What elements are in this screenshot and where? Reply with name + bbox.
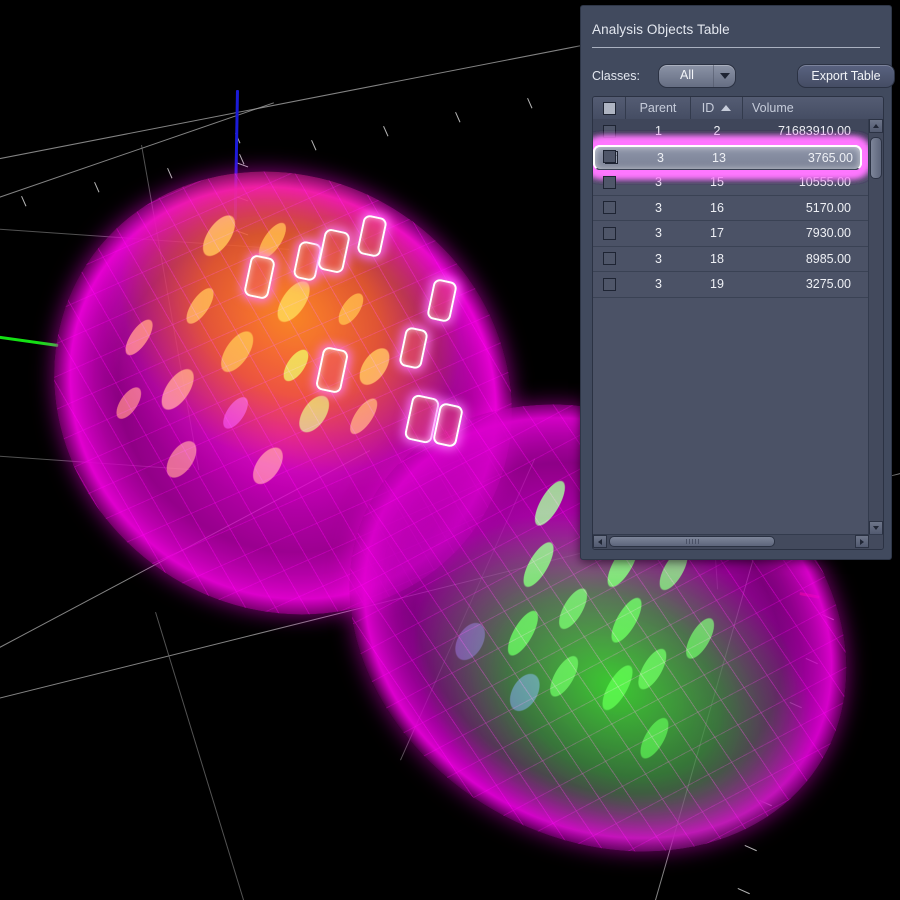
row-checkbox[interactable] [603, 277, 616, 291]
cell-id: 18 [710, 251, 724, 266]
row-checkbox[interactable] [603, 175, 616, 189]
vertical-scrollbar[interactable] [868, 119, 883, 535]
axis-tick [311, 140, 317, 151]
table-row[interactable]: 3 17 7930.00 [593, 221, 869, 247]
horizontal-scrollbar[interactable] [593, 534, 883, 549]
chevron-down-icon[interactable] [713, 65, 735, 87]
column-header-id[interactable]: ID [691, 97, 743, 119]
row-checkbox[interactable] [603, 150, 616, 164]
scroll-right-button[interactable] [855, 535, 869, 548]
export-table-button[interactable]: Export Table [797, 64, 895, 88]
axis-tick [455, 112, 461, 123]
table-row[interactable]: 3 15 10555.00 [593, 170, 869, 196]
select-all-checkbox[interactable] [602, 101, 616, 115]
cell-volume: 71683910.00 [778, 124, 851, 139]
row-checkbox[interactable] [603, 226, 616, 240]
table-row[interactable]: 1 2 71683910.00 [593, 119, 869, 145]
cell-parent: 3 [655, 200, 662, 215]
horizontal-scrollbar-thumb[interactable] [609, 536, 775, 547]
analysis-objects-panel: Analysis Objects Table Classes: All Expo… [580, 5, 895, 560]
table-row[interactable]: 3 16 5170.00 [593, 195, 869, 221]
row-checkbox[interactable] [603, 124, 616, 138]
axis-tick [737, 888, 750, 895]
select-all-header[interactable] [593, 97, 626, 119]
cell-id: 16 [710, 200, 724, 215]
scroll-up-button[interactable] [869, 119, 883, 133]
cell-parent: 1 [655, 124, 662, 139]
row-select-cell[interactable] [593, 201, 626, 215]
axis-tick [383, 126, 389, 137]
cell-parent: 3 [655, 251, 662, 266]
panel-title: Analysis Objects Table [592, 22, 730, 37]
scroll-down-button[interactable] [869, 521, 883, 535]
cell-parent: 3 [655, 277, 662, 292]
row-select-cell[interactable] [593, 175, 626, 189]
cell-id: 15 [710, 175, 724, 190]
row-select-cell[interactable] [593, 252, 626, 266]
classes-selected-value: All [680, 68, 694, 82]
classes-label: Classes: [592, 69, 640, 83]
column-header-volume[interactable]: Volume [743, 97, 858, 119]
table-body[interactable]: 1271683910.003415370.00354140.00367010.0… [593, 119, 869, 535]
column-header-id-label: ID [701, 101, 715, 115]
title-divider [592, 47, 880, 48]
row-checkbox[interactable] [603, 252, 616, 266]
cell-volume: 5170.00 [805, 200, 851, 215]
table-header-row: Parent ID Volume [593, 97, 883, 120]
classes-dropdown[interactable]: All [658, 64, 736, 88]
axis-tick [527, 98, 533, 109]
row-select-cell[interactable] [593, 277, 626, 291]
table-row[interactable]: 3 18 8985.00 [593, 246, 869, 272]
scroll-left-button[interactable] [593, 535, 607, 548]
column-header-parent[interactable]: Parent [626, 97, 691, 119]
cell-parent: 3 [655, 226, 662, 241]
row-select-cell[interactable] [593, 226, 626, 240]
cell-volume: 10555.00 [798, 175, 851, 190]
table-row[interactable]: 3 13 3765.00 [593, 144, 862, 170]
objects-table: Parent ID Volume 1271683910.003415370.00… [592, 96, 884, 550]
cell-id: 2 [713, 124, 721, 139]
cell-volume: 8985.00 [805, 251, 851, 266]
application-window: Analysis Objects Table Classes: All Expo… [0, 0, 900, 900]
cell-parent: 3 [655, 175, 662, 190]
cell-id: 19 [710, 277, 724, 292]
table-row[interactable]: 3 19 3275.00 [593, 272, 869, 298]
cell-volume: 3275.00 [805, 277, 851, 292]
cell-id: 13 [712, 150, 726, 165]
sort-ascending-icon [721, 105, 732, 111]
cell-volume: 7930.00 [805, 226, 851, 241]
row-select-cell[interactable] [593, 124, 626, 138]
classes-toolbar: Classes: All Export Table [592, 64, 895, 90]
row-checkbox[interactable] [603, 201, 616, 215]
vertical-scrollbar-thumb[interactable] [870, 137, 882, 179]
cell-parent: 3 [657, 150, 664, 165]
cell-volume: 3765.00 [807, 150, 853, 165]
axis-tick [21, 196, 27, 207]
cell-id: 17 [710, 226, 724, 241]
